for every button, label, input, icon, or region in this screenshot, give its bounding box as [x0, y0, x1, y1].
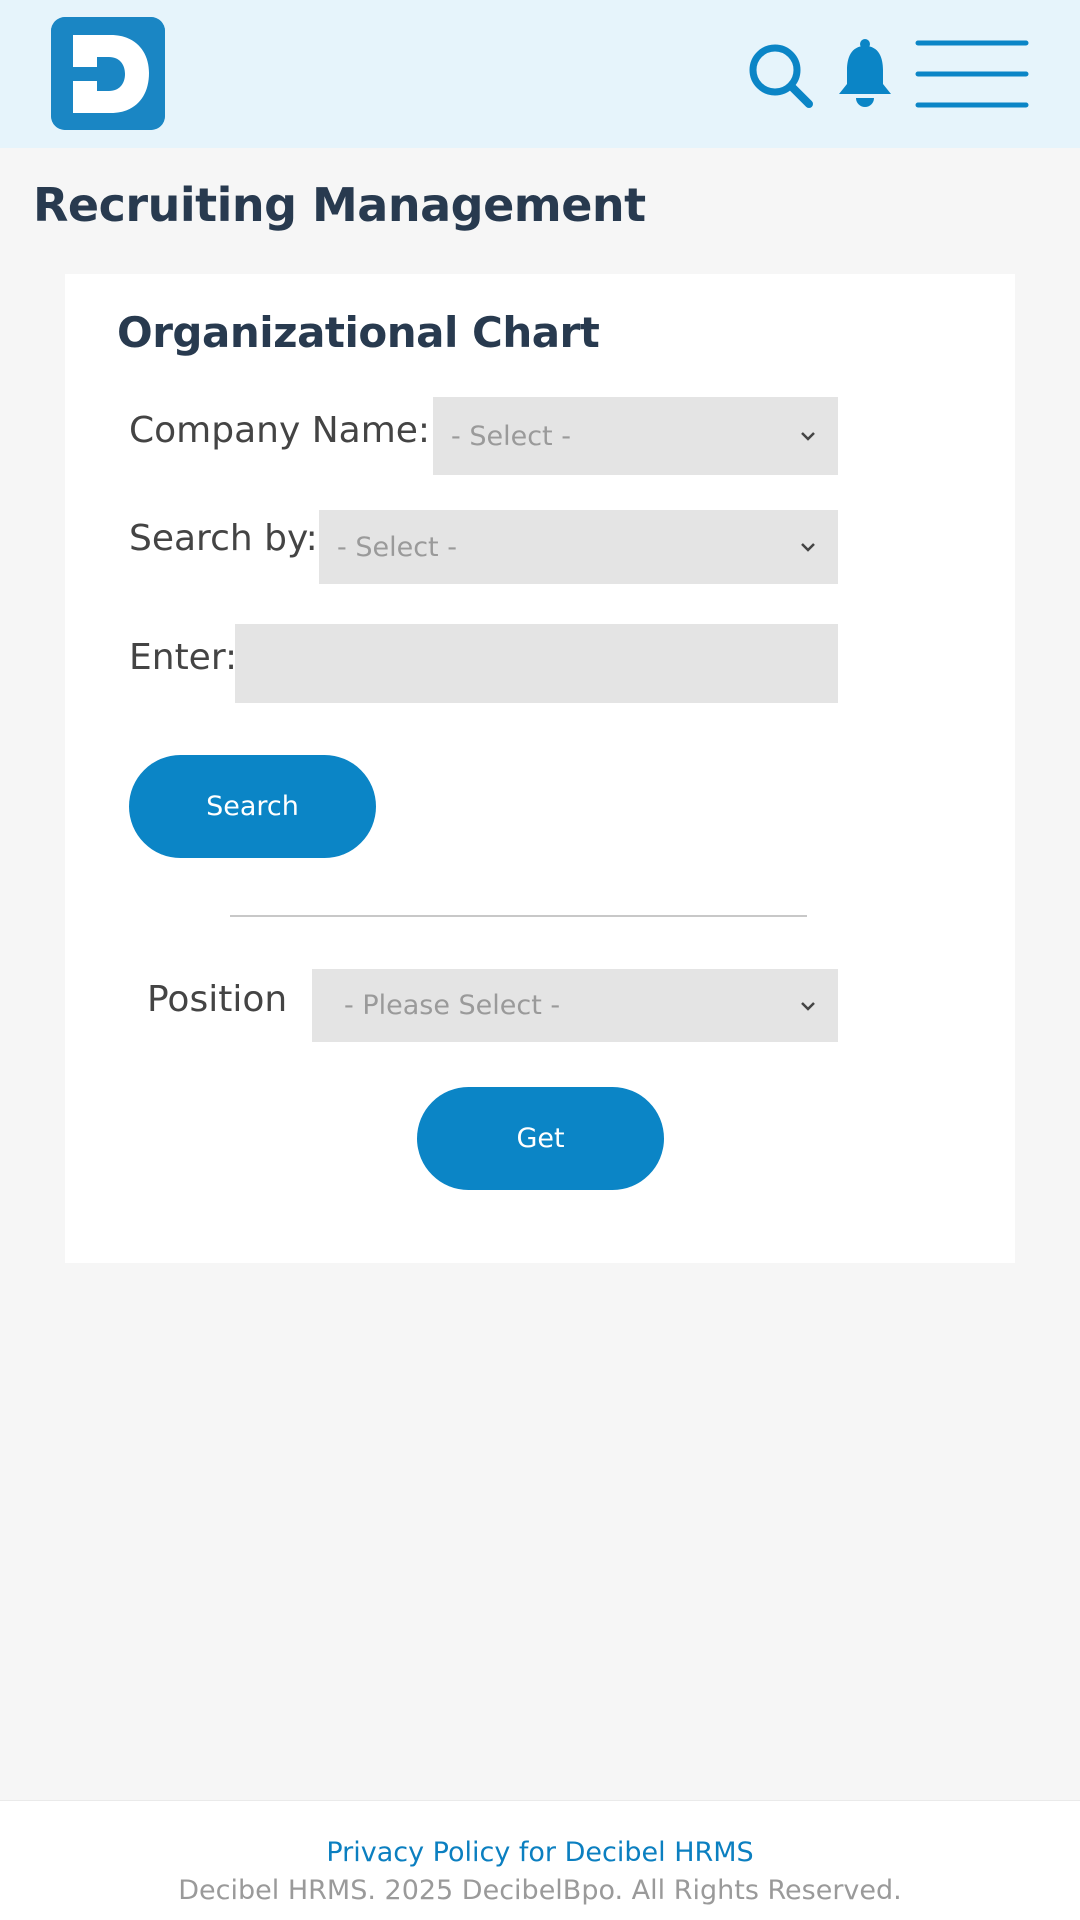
position-label: Position	[147, 979, 288, 1020]
decibel-logo[interactable]	[51, 17, 165, 130]
position-select[interactable]: - Please Select -	[312, 969, 838, 1042]
company-name-select-value: - Select -	[451, 420, 571, 452]
enter-input[interactable]	[235, 624, 838, 703]
page-footer: Privacy Policy for Decibel HRMS Decibel …	[0, 1800, 1080, 1920]
privacy-policy-link[interactable]: Privacy Policy for Decibel HRMS	[0, 1837, 1080, 1868]
search-icon[interactable]	[745, 40, 817, 112]
enter-label: Enter:	[129, 637, 238, 678]
company-name-select[interactable]: - Select -	[433, 397, 838, 475]
copyright-text: Decibel HRMS. 2025 DecibelBpo. All Right…	[178, 1875, 902, 1906]
search-button[interactable]: Search	[129, 755, 376, 858]
app-header	[0, 0, 1080, 148]
logo-d-mark	[51, 17, 165, 130]
position-select-value: - Please Select -	[344, 990, 561, 1021]
card-title: Organizational Chart	[117, 308, 600, 357]
bell-icon[interactable]	[835, 38, 895, 110]
hamburger-menu-icon[interactable]	[915, 38, 1029, 110]
get-button[interactable]: Get	[417, 1087, 664, 1190]
section-divider	[230, 915, 807, 917]
page-title: Recruiting Management	[33, 178, 646, 232]
company-name-label: Company Name:	[129, 410, 431, 451]
org-chart-card: Organizational Chart Company Name: - Sel…	[65, 274, 1015, 1263]
chevron-down-icon	[801, 543, 815, 552]
chevron-down-icon	[801, 1001, 815, 1011]
search-by-label: Search by:	[129, 518, 318, 559]
chevron-down-icon	[801, 432, 815, 441]
search-by-select[interactable]: - Select -	[319, 510, 838, 584]
search-by-select-value: - Select -	[337, 531, 457, 563]
